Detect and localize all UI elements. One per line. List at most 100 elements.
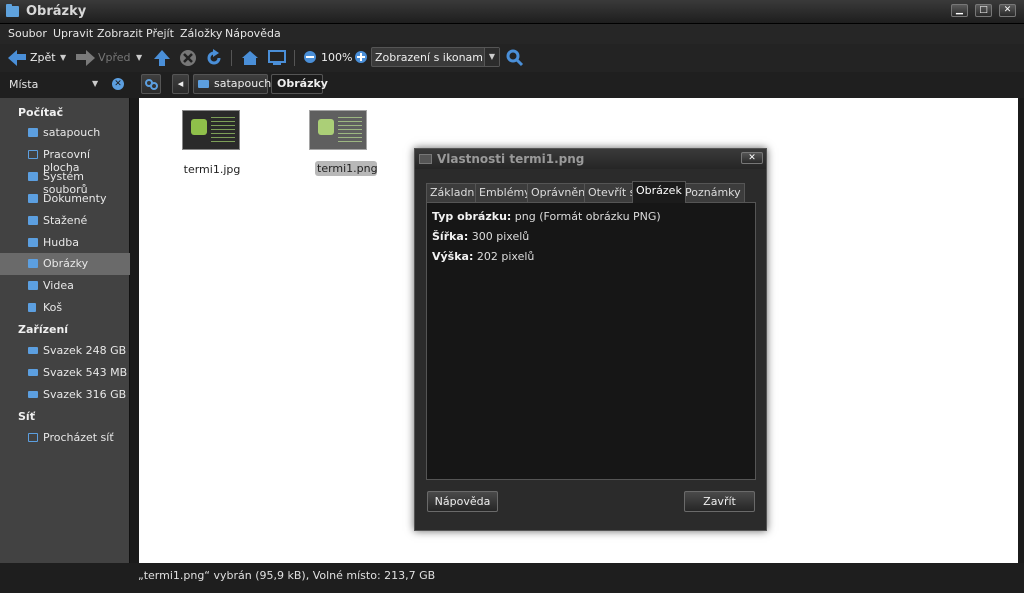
sidebar: Počítač satapouch Pracovní plocha Systém…: [0, 98, 130, 563]
caret-down-icon[interactable]: ▼: [136, 53, 142, 62]
property-image-type: Typ obrázku: png (Formát obrázku PNG): [432, 210, 661, 223]
breadcrumb-satapouch[interactable]: satapouch: [193, 74, 272, 94]
computer-icon: [268, 50, 286, 65]
breadcrumb-obrazky[interactable]: Obrázky: [271, 74, 328, 94]
stop-button[interactable]: [179, 49, 197, 67]
property-height: Výška: 202 pixelů: [432, 250, 534, 263]
dialog-titlebar[interactable]: Vlastnosti termi1.png ✕: [415, 149, 766, 169]
sidebar-dropdown-icon[interactable]: ▼: [92, 79, 98, 88]
status-text: „termi1.png“ vybrán (95,9 kB), Volné mís…: [138, 569, 436, 582]
sidebar-item-label: satapouch: [43, 126, 101, 139]
forward-button[interactable]: Vpřed ▼: [76, 49, 144, 67]
sidebar-item-label: Svazek 543 MB: [43, 366, 128, 379]
up-icon: [154, 50, 170, 66]
home-button[interactable]: [241, 49, 259, 67]
window-title: Obrázky: [26, 4, 87, 19]
drive-icon: [28, 172, 38, 181]
menu-zalozky[interactable]: Záložky: [180, 27, 222, 40]
tab-emblemy[interactable]: Emblémy: [475, 183, 535, 202]
tab-poznamky[interactable]: Poznámky: [681, 183, 745, 202]
zoom-out-icon: [304, 51, 316, 63]
arrow-right-icon: [86, 50, 95, 66]
folder-icon: [28, 216, 38, 225]
forward-label: Vpřed: [98, 51, 131, 64]
sidebar-item-volume-316[interactable]: Svazek 316 GB: [0, 384, 130, 406]
sidebar-item-satapouch[interactable]: satapouch: [0, 122, 130, 144]
sidebar-item-volume-248[interactable]: Svazek 248 GB: [0, 340, 130, 362]
file-item[interactable]: termi1.jpg: [172, 110, 252, 180]
menu-upravit[interactable]: Upravit: [53, 27, 93, 40]
sidebar-item-label: Svazek 316 GB: [43, 388, 127, 401]
close-sidebar-icon[interactable]: ✕: [112, 78, 124, 90]
zoom-in-icon: [355, 51, 367, 63]
zoom-out-button[interactable]: [303, 49, 317, 67]
property-value: png (Formát obrázku PNG): [511, 210, 661, 223]
sidebar-item-network[interactable]: Procházet síť: [0, 427, 130, 449]
dialog-close-icon[interactable]: ✕: [741, 152, 763, 164]
close-button[interactable]: Zavřít: [684, 491, 755, 512]
folder-icon: [28, 259, 38, 268]
chevron-down-icon[interactable]: ▼: [484, 48, 499, 66]
edit-location-icon: [145, 79, 158, 90]
property-label: Šířka:: [432, 230, 469, 243]
up-button[interactable]: [153, 49, 171, 67]
drive-icon: [28, 347, 38, 354]
sidebar-item-music[interactable]: Hudba: [0, 232, 130, 254]
menubar: Soubor Upravit Zobrazit Přejít Záložky N…: [0, 24, 1024, 44]
menu-soubor[interactable]: Soubor: [8, 27, 47, 40]
folder-icon: [6, 4, 19, 17]
toggle-location-button[interactable]: [141, 74, 161, 94]
trash-icon: [28, 303, 36, 312]
zoom-in-button[interactable]: [354, 49, 368, 67]
back-label: Zpět: [30, 51, 56, 64]
reload-icon: [207, 49, 221, 65]
property-label: Typ obrázku:: [432, 210, 512, 223]
breadcrumb-label: Obrázky: [277, 77, 328, 90]
help-button[interactable]: Nápověda: [427, 491, 498, 512]
menu-zobrazit[interactable]: Zobrazit: [97, 27, 143, 40]
minimize-button[interactable]: ▁: [951, 4, 968, 17]
sidebar-item-label: Dokumenty: [43, 192, 107, 205]
sidebar-item-label: Obrázky: [43, 257, 89, 270]
sidebar-section-pocitac: Počítač: [18, 106, 64, 119]
property-value: 202 pixelů: [473, 250, 535, 263]
image-thumbnail: [182, 110, 240, 150]
close-window-button[interactable]: ✕: [999, 4, 1016, 17]
home-folder-icon: [198, 80, 209, 88]
sidebar-item-filesystem[interactable]: Systém souborů: [0, 166, 130, 196]
sidebar-item-label: Hudba: [43, 236, 79, 249]
sidebar-item-desktop[interactable]: Pracovní plocha: [0, 144, 130, 174]
property-label: Výška:: [432, 250, 474, 263]
breadcrumb-back-button[interactable]: ◂: [172, 74, 189, 94]
maximize-button[interactable]: □: [975, 4, 992, 17]
view-mode-value: Zobrazení s ikonami: [375, 51, 487, 64]
sidebar-item-trash[interactable]: Koš: [0, 297, 130, 319]
sidebar-item-videos[interactable]: Videa: [0, 275, 130, 297]
menu-napoveda[interactable]: Nápověda: [225, 27, 281, 40]
sidebar-item-downloads[interactable]: Stažené: [0, 210, 130, 232]
folder-icon: [28, 194, 38, 203]
caret-down-icon[interactable]: ▼: [60, 53, 66, 62]
reload-button[interactable]: [205, 49, 223, 67]
tab-obrazek[interactable]: Obrázek: [632, 181, 686, 203]
sidebar-item-label: Svazek 248 GB: [43, 344, 127, 357]
sidebar-header-label: Místa: [9, 78, 39, 91]
statusbar: „termi1.png“ vybrán (95,9 kB), Volné mís…: [0, 563, 1024, 593]
tab-zakladni[interactable]: Základní: [426, 183, 482, 202]
breadcrumb-label: satapouch: [214, 77, 272, 90]
menu-prejit[interactable]: Přejít: [146, 27, 174, 40]
image-properties-panel: Typ obrázku: png (Formát obrázku PNG) Ší…: [426, 202, 756, 480]
drive-icon: [28, 391, 38, 398]
computer-button[interactable]: [268, 49, 286, 67]
sidebar-item-pictures[interactable]: Obrázky: [0, 253, 130, 275]
file-name: termi1.png: [315, 161, 378, 176]
sidebar-item-volume-543[interactable]: Svazek 543 MB: [0, 362, 130, 384]
back-button[interactable]: Zpět ▼: [8, 49, 70, 67]
file-item-selected[interactable]: termi1.png: [299, 110, 379, 180]
window-titlebar: Obrázky ▁ □ ✕: [0, 0, 1024, 24]
tab-opravneni[interactable]: Oprávnění: [527, 183, 593, 202]
drive-icon: [28, 369, 38, 376]
sidebar-item-documents[interactable]: Dokumenty: [0, 188, 130, 210]
search-button[interactable]: [506, 49, 524, 67]
view-mode-select[interactable]: Zobrazení s ikonami ▼: [371, 47, 500, 67]
